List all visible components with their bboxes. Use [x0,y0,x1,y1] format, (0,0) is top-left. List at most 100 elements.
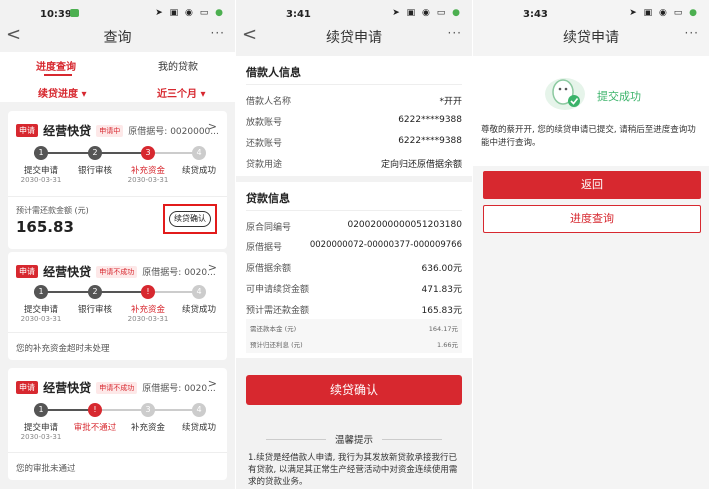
status-time: 3:41 [286,9,311,20]
status-icons: ➤ ▣ ◉ ▭ ● [629,8,699,18]
card-tag: 申请 [16,265,38,278]
status-time: 3:43 [523,9,548,20]
query-screen: 10:39 ➤ ▣ ◉ ▭ ● < 查询 ··· 进度查询 我的贷款 续贷进度 … [0,0,235,489]
row-key: 需还款本金 (元) [250,325,297,333]
status-badge: 申请中 [96,124,124,137]
info-row: 还款账号 6222****9388 [246,136,462,149]
step-date: 2030-03-31 [20,176,62,184]
row-value: 164.17元 [428,325,458,333]
step-label: 银行审核 [77,305,112,315]
filter-progress[interactable]: 续贷进度 ▾ [38,85,87,100]
step-dot: ! [141,285,155,299]
loan-card[interactable]: 申请 经营快贷 申请不成功 原借据号: 0020... > 1 2 ! 4 提交… [8,252,227,360]
more-icon[interactable]: ··· [448,26,462,40]
status-bar: 3:43 ➤ ▣ ◉ ▭ ● [473,0,709,26]
row-key: 原合同编号 [246,223,292,233]
submit-success-screen: 3:43 ➤ ▣ ◉ ▭ ● 续贷申请 ··· 提交成功 尊敬的蔡开开, 您的续… [473,0,709,489]
section-title: 贷款信息 [246,192,290,205]
step-label: 审批不通过 [73,423,117,433]
step-label: 续贷成功 [181,305,216,315]
status-icons: ➤ ▣ ◉ ▭ ● [155,8,225,18]
page-title: 续贷申请 [326,30,382,46]
step-dot: 4 [192,403,206,417]
product-name: 经营快贷 [43,381,92,395]
info-row: 原借据号 0020000072-00000377-000009766 [246,240,462,253]
tab-my-loans[interactable]: 我的贷款 [158,58,198,73]
progress-query-button[interactable]: 进度查询 [483,205,701,233]
row-key: 可申请续贷金额 [246,285,310,295]
more-icon[interactable]: ··· [211,26,225,40]
success-text: 提交成功 [597,90,641,103]
row-value: *开开 [439,97,462,107]
chevron-right-icon[interactable]: > [208,261,217,274]
page-title: 续贷申请 [563,30,619,46]
row-key: 原借据号 [246,243,283,253]
row-key: 贷款用途 [246,160,283,170]
step-label: 补充资金 [130,423,165,433]
progress-steps: 1 ! 3 4 提交申请 审批不通过 补充资金 续贷成功 2030-03-31 [8,401,227,441]
step-label: 续贷成功 [181,166,216,176]
status-time: 10:39 [40,9,72,20]
divider [8,196,227,197]
amount-label: 预计需还款金额 (元) [16,206,89,215]
row-key: 预计需还款金额 [246,306,310,316]
row-value: 1.66元 [437,341,458,349]
title-bar: < 续贷申请 ··· [236,24,472,50]
progress-line-todo [150,152,194,154]
loan-card[interactable]: 申请 经营快贷 申请中 原借据号: 0020000... > 1 2 3 4 提… [8,111,227,249]
step-dot: 4 [192,285,206,299]
info-row: 借款人名称 *开开 [246,94,462,107]
renewal-confirm-button[interactable]: 续贷确认 [169,211,211,227]
divider [246,210,462,211]
success-panel: 提交成功 尊敬的蔡开开, 您的续贷申请已提交, 请稍后至进度查询功能中进行查询。 [473,56,709,166]
chevron-right-icon[interactable]: > [208,120,217,133]
highlight-box: 续贷确认 [163,204,217,234]
step-date: 2030-03-31 [127,315,169,323]
info-row: 预计需还款金额 165.83元 [246,303,462,316]
step-label: 补充资金 [130,166,165,176]
status-badge: 申请不成功 [96,265,138,278]
step-dot: 1 [34,146,48,160]
progress-steps: 1 2 3 4 提交申请 银行审核 补充资金 续贷成功 2030-03-31 2… [8,144,227,184]
row-value: 定向归还原借据余额 [380,160,462,170]
row-value: 165.83元 [421,306,463,316]
detail-row: 需还款本金 (元) 164.17元 [250,323,458,333]
step-dot: 1 [34,285,48,299]
loan-card[interactable]: 申请 经营快贷 申请不成功 原借据号: 0020... > 1 ! 3 4 提交… [8,368,227,480]
notification-icon [70,9,79,17]
chevron-right-icon[interactable]: > [208,377,217,390]
status-badge: 申请不成功 [96,381,138,394]
tab-underline [44,74,72,76]
filter-period[interactable]: 近三个月 ▾ [157,85,206,100]
original-loan-no: 原借据号: 0020... [142,268,216,278]
step-label: 提交申请 [23,305,58,315]
step-dot: 4 [192,146,206,160]
step-date: 2030-03-31 [20,315,62,323]
success-mascot-icon [545,78,585,110]
info-row: 放款账号 6222****9388 [246,115,462,128]
card-header: 申请 经营快贷 申请中 原借据号: 0020000... [16,120,219,139]
renewal-confirm-button[interactable]: 续贷确认 [246,375,462,405]
card-tag: 申请 [16,381,38,394]
repayment-detail-box: 需还款本金 (元) 164.17元 预计归还利息 (元) 1.66元 [246,319,462,353]
row-value: 02002000000051203180 [347,220,462,230]
row-key: 还款账号 [246,139,283,149]
tab-filter-area: 进度查询 我的贷款 续贷进度 ▾ 近三个月 ▾ [0,52,235,102]
back-button[interactable]: 返回 [483,171,701,199]
row-value: 6222****9388 [398,136,462,146]
row-value: 0020000072-00000377-000009766 [309,240,462,250]
step-date: 2030-03-31 [127,176,169,184]
row-value: 6222****9388 [398,115,462,125]
info-row: 原合同编号 02002000000051203180 [246,220,462,233]
original-loan-no: 原借据号: 0020... [142,384,216,394]
renewal-application-screen: 3:41 ➤ ▣ ◉ ▭ ● < 续贷申请 ··· 借款人信息 借款人名称 *开开… [236,0,472,489]
step-label: 提交申请 [23,423,58,433]
card-header: 申请 经营快贷 申请不成功 原借据号: 0020... [16,377,216,396]
detail-row: 预计归还利息 (元) 1.66元 [250,339,458,349]
status-bar: 10:39 ➤ ▣ ◉ ▭ ● [0,0,235,26]
more-icon[interactable]: ··· [685,26,699,40]
amount-value: 165.83 [16,218,74,236]
tab-progress-query[interactable]: 进度查询 [36,58,76,73]
step-dot: 2 [88,146,102,160]
step-dot: 3 [141,146,155,160]
